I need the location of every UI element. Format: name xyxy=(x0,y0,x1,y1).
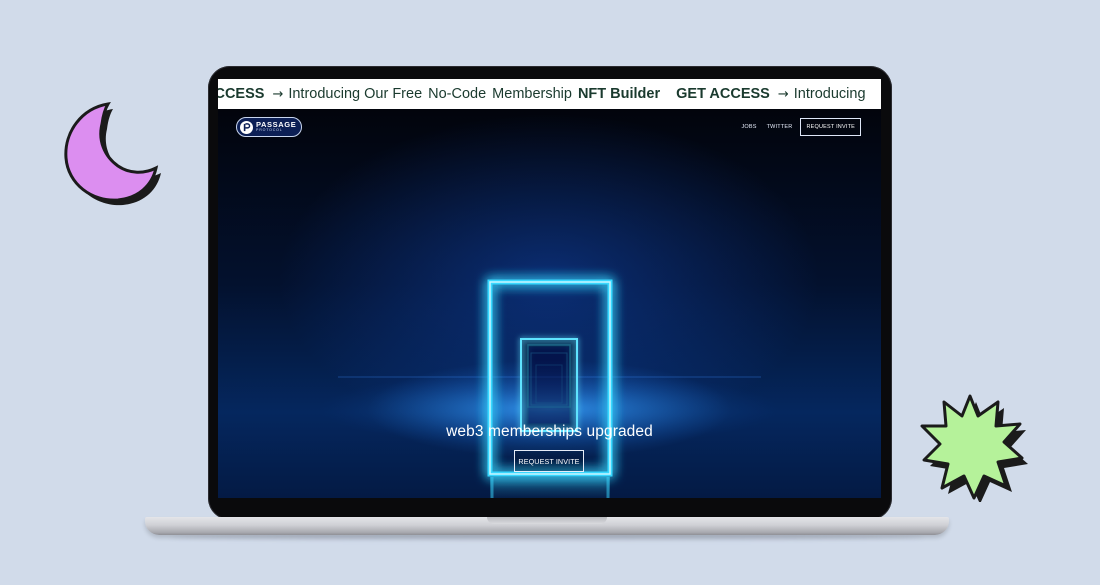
laptop-base xyxy=(145,517,949,535)
logo-text: PASSAGE PROTOCOL xyxy=(256,121,296,133)
laptop-screen: ACCESS→Introducing Our FreeNo-CodeMember… xyxy=(218,79,881,498)
marquee-text: No-Code xyxy=(428,86,487,102)
passage-protocol-logo[interactable]: PASSAGE PROTOCOL xyxy=(236,117,302,137)
nav-twitter-link[interactable]: TWITTER xyxy=(767,124,793,130)
starburst-icon xyxy=(920,394,1028,502)
laptop-notch xyxy=(487,517,607,524)
passage-p-icon xyxy=(240,120,253,134)
nav-request-invite-button[interactable]: REQUEST INVITE xyxy=(800,118,861,136)
top-nav: PASSAGE PROTOCOL JOBS TWITTER REQUEST IN… xyxy=(218,115,881,139)
marquee-arrow-icon: → xyxy=(272,86,284,102)
laptop-lid: ACCESS→Introducing Our FreeNo-CodeMember… xyxy=(208,66,892,520)
marquee-text: Membership xyxy=(492,86,572,102)
announcement-marquee[interactable]: ACCESS→Introducing Our FreeNo-CodeMember… xyxy=(218,79,881,109)
marquee-arrow-icon: → xyxy=(777,86,789,102)
marquee-text: ACCESS xyxy=(218,86,265,102)
hero-request-invite-button[interactable]: REQUEST INVITE xyxy=(514,450,584,472)
marquee-text: Introducing xyxy=(793,86,866,102)
marquee-text: GET ACCESS xyxy=(676,86,770,102)
marquee-text: Introducing Our Free xyxy=(288,86,423,102)
nav-links: JOBS TWITTER REQUEST INVITE xyxy=(731,118,861,136)
hero-section: PASSAGE PROTOCOL JOBS TWITTER REQUEST IN… xyxy=(218,109,881,498)
logo-sub: PROTOCOL xyxy=(256,128,283,133)
crescent-moon-icon xyxy=(64,102,161,206)
page: ACCESS→Introducing Our FreeNo-CodeMember… xyxy=(0,0,1100,585)
hero-headline: web3 memberships upgraded xyxy=(446,423,653,440)
nav-jobs-link[interactable]: JOBS xyxy=(741,124,756,130)
marquee-text: NFT Builder xyxy=(577,86,661,102)
marquee-track: ACCESS→Introducing Our FreeNo-CodeMember… xyxy=(218,86,872,102)
logo-name: PASSAGE xyxy=(256,119,297,129)
